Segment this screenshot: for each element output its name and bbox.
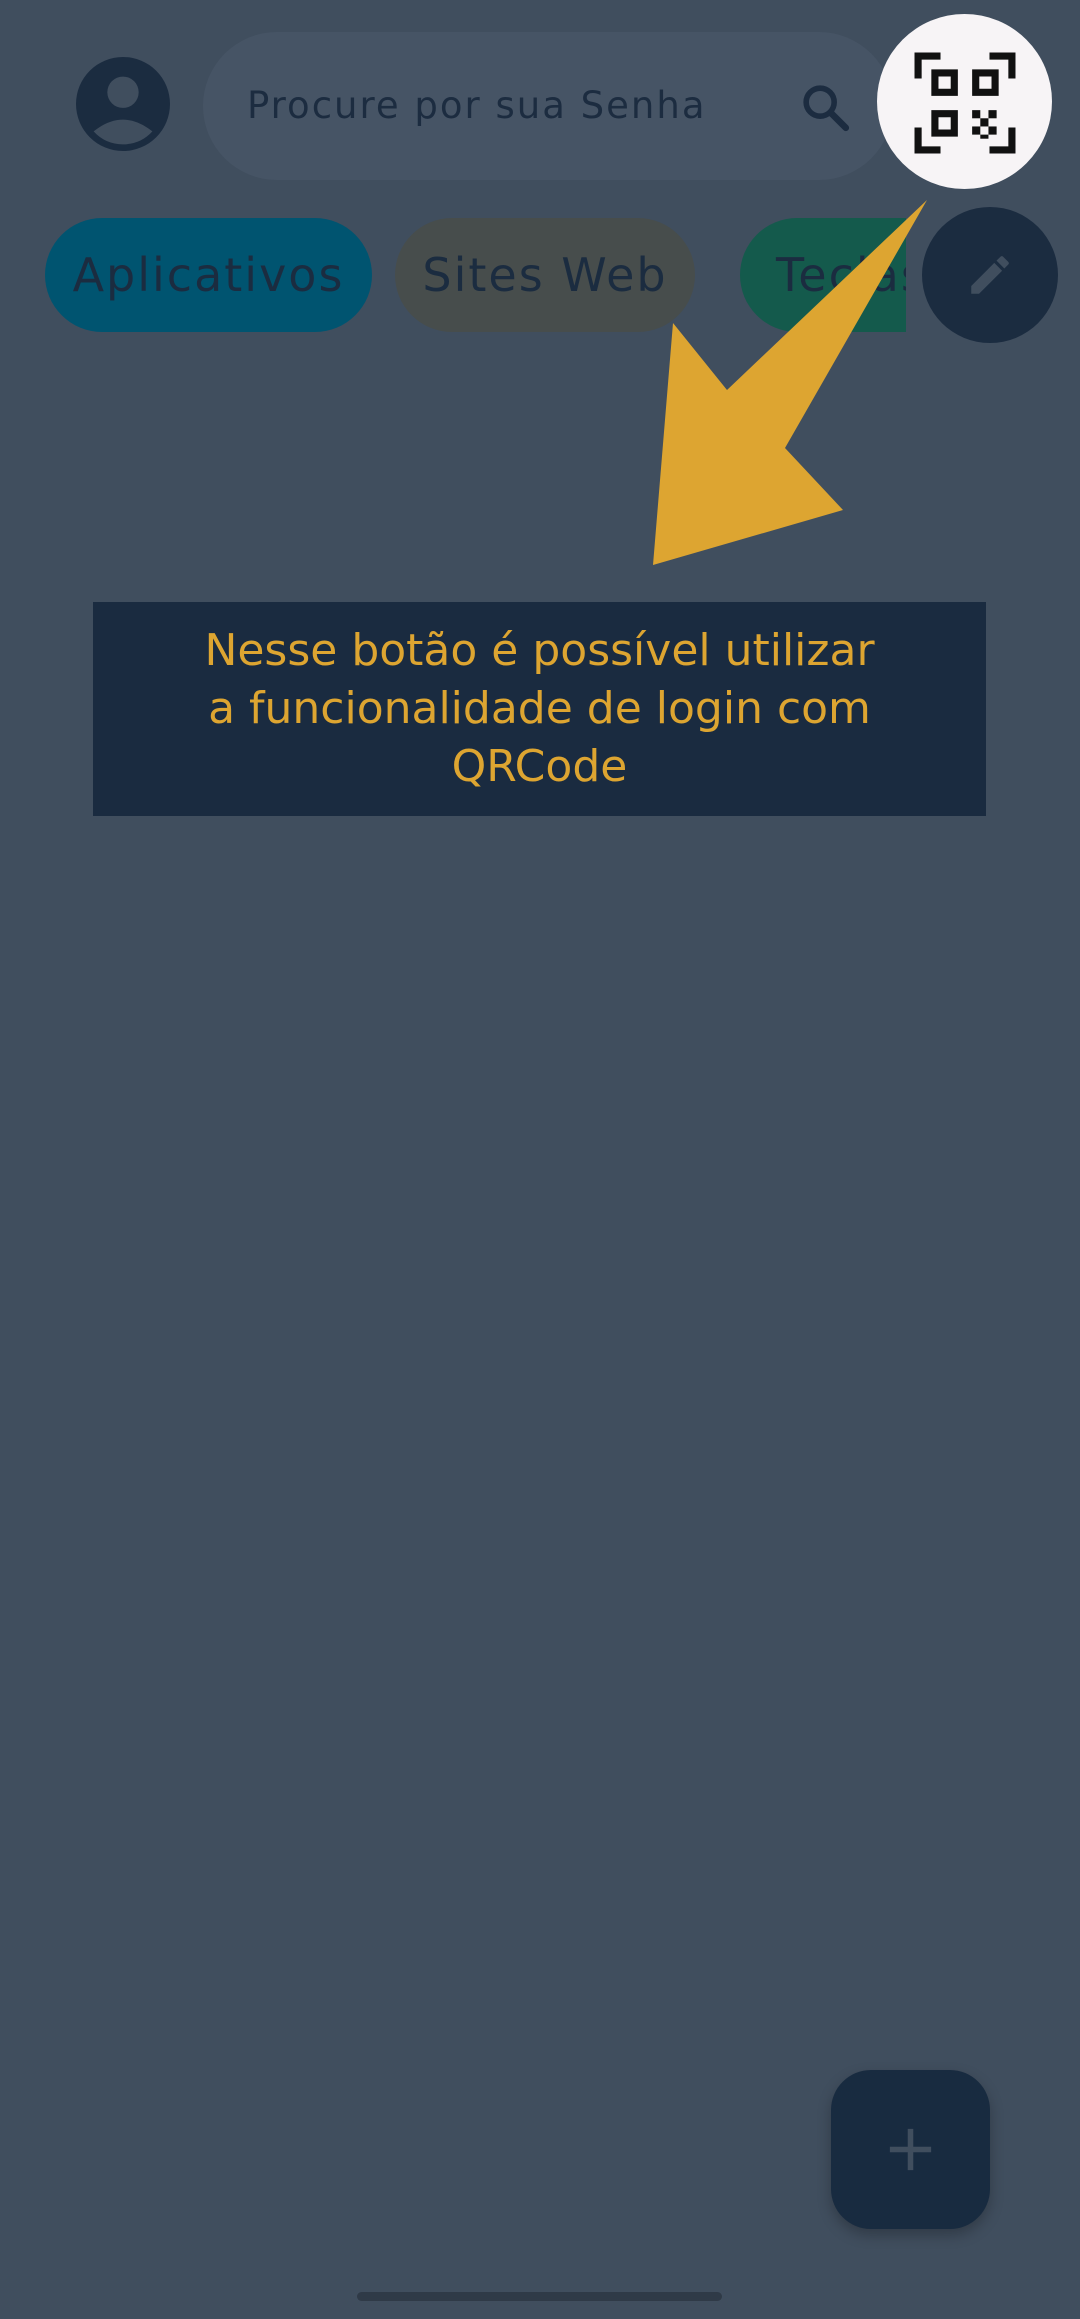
tab-teclas[interactable]: Teclas <box>740 218 906 332</box>
search-placeholder: Procure por sua Senha <box>247 84 707 127</box>
onboarding-tooltip: Nesse botão é possível utilizar a funcio… <box>93 602 986 816</box>
edit-categories-button[interactable] <box>922 207 1058 343</box>
pencil-icon <box>971 256 1009 294</box>
account-avatar-icon[interactable] <box>76 57 170 151</box>
tab-sites-web[interactable]: Sites Web <box>395 218 695 332</box>
qr-code-login-button[interactable] <box>877 14 1052 189</box>
plus-icon <box>889 2128 932 2171</box>
add-password-button[interactable] <box>831 2070 990 2229</box>
qr-code-scan-icon <box>914 52 1016 154</box>
tab-label: Teclas <box>776 248 906 302</box>
home-indicator[interactable] <box>357 2292 722 2301</box>
tab-aplicativos[interactable]: Aplicativos <box>45 218 372 332</box>
search-bar[interactable]: Procure por sua Senha <box>203 32 893 180</box>
tooltip-text: Nesse botão é possível utilizar a funcio… <box>204 625 875 792</box>
tab-label: Sites Web <box>422 248 668 302</box>
search-icon[interactable] <box>798 80 854 136</box>
tab-label: Aplicativos <box>72 248 345 302</box>
